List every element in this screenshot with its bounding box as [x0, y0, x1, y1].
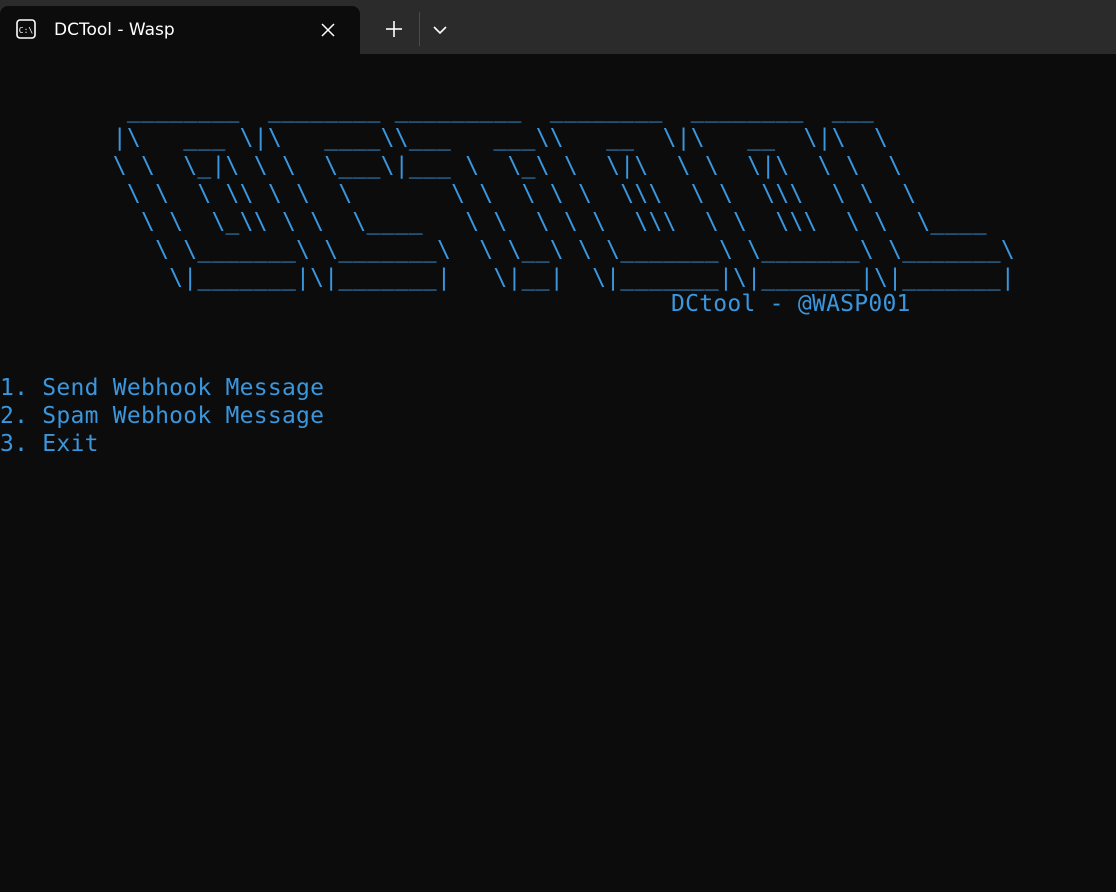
terminal-icon: C:\ [16, 19, 36, 39]
menu-item-send: 1. Send Webhook Message [0, 375, 325, 401]
plus-icon[interactable] [380, 15, 408, 43]
menu-item-spam: 2. Spam Webhook Message [0, 403, 325, 429]
tab-separator [419, 12, 420, 46]
chevron-down-icon[interactable] [428, 18, 452, 42]
menu-item-exit: 3. Exit [0, 431, 99, 457]
svg-text:C:\: C:\ [19, 26, 34, 35]
terminal-output[interactable]: ________ ________ _________ ________ ___… [0, 54, 1116, 892]
ascii-banner: ________ ________ _________ ________ ___… [112, 97, 1015, 291]
banner-credit: DCtool - @WASP001 [671, 291, 911, 317]
terminal-window: C:\ DCTool - Wasp ________ ________ ____… [0, 0, 1116, 892]
tab-dctool[interactable]: C:\ DCTool - Wasp [0, 6, 360, 54]
menu-list: 1. Send Webhook Message 2. Spam Webhook … [0, 374, 324, 458]
tab-bar: C:\ DCTool - Wasp [0, 0, 1116, 54]
close-icon[interactable] [318, 20, 338, 40]
tab-title: DCTool - Wasp [54, 20, 175, 40]
